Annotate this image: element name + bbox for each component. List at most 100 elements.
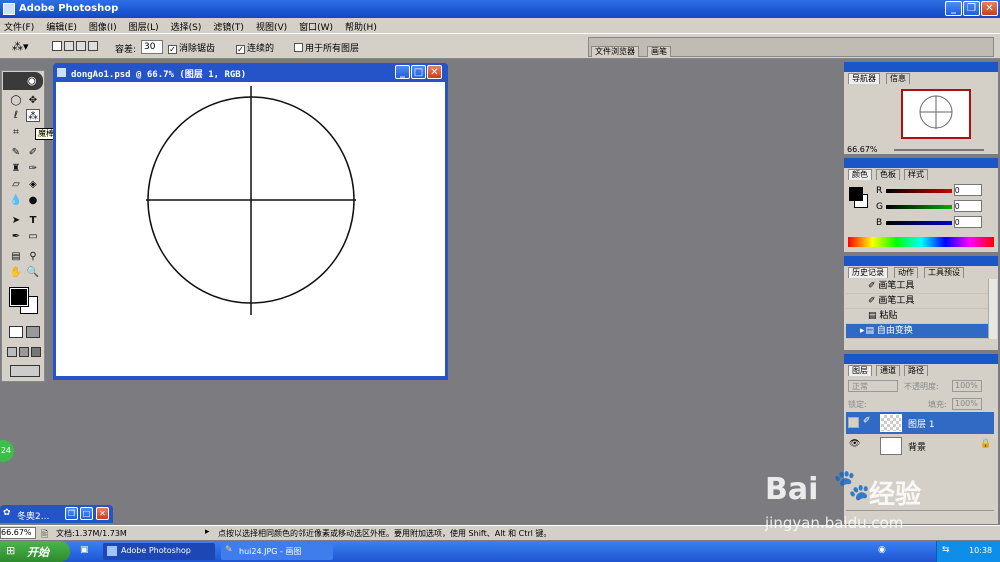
min-restore-button[interactable]: ❐ [65,507,78,520]
doc-minimize-button[interactable]: _ [395,65,410,79]
path-select-tool-icon[interactable]: ➤ [9,214,23,227]
tab-tool-presets[interactable]: 工具预设 [924,267,964,278]
history-item[interactable]: ✐ 画笔工具 [846,279,988,294]
zoom-tool-icon[interactable]: 🔍 [26,266,40,279]
taskbar-item-paint[interactable]: ✎ hui24.JPG - 画图 [221,543,333,560]
minimized-document[interactable]: ✿ 冬奥2... ❐ □ ✕ [0,505,113,523]
opacity-input[interactable]: 100% [952,380,982,392]
standard-mode-icon[interactable] [9,326,23,338]
healing-brush-icon[interactable]: ✎ [9,146,23,159]
selection-subtract-icon[interactable] [76,41,86,51]
show-desktop-icon[interactable]: ▣ [80,545,89,555]
type-tool-icon[interactable]: T [26,214,40,227]
b-input[interactable] [954,216,982,228]
menu-view[interactable]: 视图(V) [256,23,287,33]
r-input[interactable] [954,184,982,196]
fill-input[interactable]: 100% [952,398,982,410]
notes-tool-icon[interactable]: ▤ [9,250,23,263]
navigator-thumbnail[interactable] [901,89,971,139]
bucket-tool-icon[interactable]: ◈ [26,178,40,191]
shape-tool-icon[interactable]: ▭ [26,230,40,243]
quickmask-mode-icon[interactable] [26,326,40,338]
history-brush-icon[interactable]: ✑ [26,162,40,175]
hand-tool-icon[interactable]: ✋ [9,266,23,279]
stamp-tool-icon[interactable]: ♜ [9,162,23,175]
status-arrow-icon[interactable]: ▸ [205,527,210,537]
tab-info[interactable]: 信息 [886,73,910,84]
notification-badge[interactable]: 24 [0,440,14,462]
history-item[interactable]: ✐ 画笔工具 [846,294,988,309]
blur-tool-icon[interactable]: 💧 [9,194,23,207]
layer-row[interactable]: 👁 背景 🔒 [846,435,994,457]
tab-color[interactable]: 颜色 [848,169,872,180]
r-slider[interactable] [886,189,952,193]
history-item-active[interactable]: ▸▤ 自由变换 [846,324,988,339]
min-maximize-button[interactable]: □ [80,507,93,520]
start-button[interactable]: ⊞ 开始 [0,541,70,562]
tab-file-browser[interactable]: 文件浏览器 [591,46,639,57]
tab-layers[interactable]: 图层 [848,365,872,376]
crop-tool-icon[interactable]: ⌗ [9,126,23,139]
history-item[interactable]: ▤ 粘贴 [846,309,988,324]
menu-layer[interactable]: 图层(L) [129,23,159,33]
jump-to-imageready-icon[interactable] [10,365,40,377]
color-spectrum[interactable] [848,237,994,247]
tab-paths[interactable]: 路径 [904,365,928,376]
tab-brushes[interactable]: 画笔 [647,46,671,57]
status-doc-size[interactable]: 文档:1.37M/1.73M [56,528,127,539]
close-button[interactable]: ✕ [981,1,998,16]
tab-navigator[interactable]: 导航器 [848,73,880,84]
minimize-button[interactable]: _ [945,1,962,16]
pen-tool-icon[interactable]: ✒ [9,230,23,243]
selection-intersect-icon[interactable] [88,41,98,51]
history-scrollbar[interactable] [988,279,997,339]
selection-add-icon[interactable] [64,41,74,51]
tab-swatches[interactable]: 色板 [876,169,900,180]
eye-icon[interactable]: 👁 [849,439,860,449]
screen-mode-1-icon[interactable] [7,347,17,357]
tray-arrow-icon[interactable]: ◉ [878,545,886,555]
tab-styles[interactable]: 样式 [904,169,928,180]
visibility-toggle[interactable] [848,417,859,428]
navigator-zoom[interactable]: 66.67% [847,145,878,154]
menu-select[interactable]: 选择(S) [171,23,202,33]
color-fg-swatch[interactable] [849,187,863,201]
b-slider[interactable] [886,221,952,225]
doc-maximize-button[interactable]: □ [411,65,426,79]
g-slider[interactable] [886,205,952,209]
tray-icon[interactable]: ⇆ [942,545,950,555]
antialias-checkbox[interactable]: ✓ 消除锯齿 [168,41,215,54]
menu-filter[interactable]: 滤镜(T) [213,23,244,33]
contiguous-checkbox[interactable]: ✓ 连续的 [236,41,274,54]
screen-mode-2-icon[interactable] [19,347,29,357]
blend-mode-select[interactable]: 正常 [848,380,898,392]
magic-wand-tool-icon[interactable]: ⁂ [26,109,40,122]
status-zoom[interactable]: 66.67% [0,527,36,539]
screen-mode-3-icon[interactable] [31,347,41,357]
tab-history[interactable]: 历史记录 [848,267,888,278]
menu-image[interactable]: 图像(I) [89,23,117,33]
tolerance-input[interactable] [141,40,163,54]
eraser-tool-icon[interactable]: ▱ [9,178,23,191]
foreground-color-swatch[interactable] [9,287,29,307]
all-layers-checkbox[interactable]: 用于所有图层 [294,41,359,54]
selection-new-icon[interactable] [52,41,62,51]
menu-file[interactable]: 文件(F) [4,23,34,33]
navigator-zoom-slider[interactable] [894,149,984,151]
tab-channels[interactable]: 通道 [876,365,900,376]
g-input[interactable] [954,200,982,212]
taskbar-item-photoshop[interactable]: Adobe Photoshop [103,543,215,560]
dodge-tool-icon[interactable]: ● [26,194,40,207]
menu-window[interactable]: 窗口(W) [299,23,333,33]
magic-wand-preset-icon[interactable]: ⁂▾ [12,40,29,53]
marquee-tool-icon[interactable]: ◯ [9,94,23,107]
restore-button[interactable]: ❐ [963,1,980,16]
canvas[interactable] [56,82,445,376]
menu-help[interactable]: 帮助(H) [345,23,377,33]
eyedropper-tool-icon[interactable]: ⚲ [26,250,40,263]
layer-row-active[interactable]: ✐ 图层 1 [846,412,994,434]
brush-tool-icon[interactable]: ✐ [26,146,40,159]
tab-actions[interactable]: 动作 [894,267,918,278]
move-tool-icon[interactable]: ✥ [26,94,40,107]
min-close-button[interactable]: ✕ [96,507,109,520]
